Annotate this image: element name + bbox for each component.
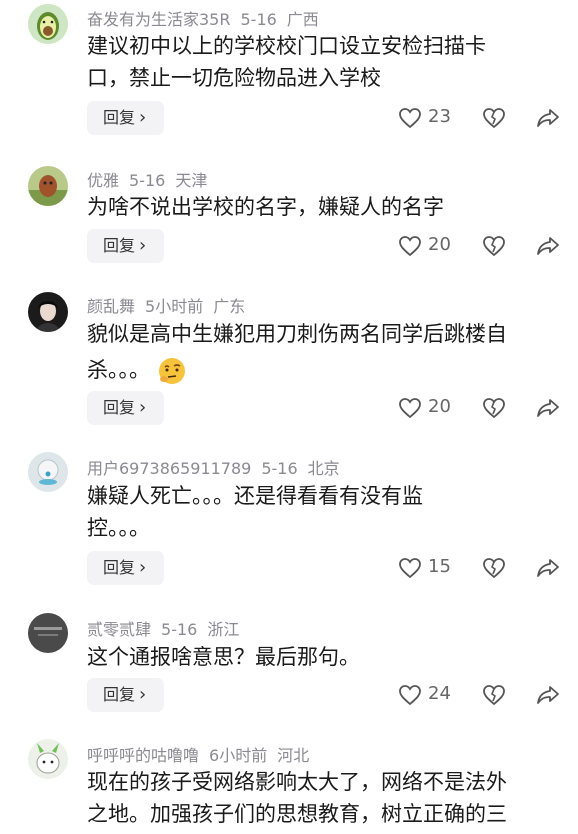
broken-heart-icon[interactable] — [482, 107, 506, 129]
comment-date: 6小时前 — [209, 746, 268, 765]
default-user-avatar-icon — [28, 452, 68, 492]
chevron-right-icon: › — [139, 235, 147, 256]
comment-date: 5-16 — [129, 171, 166, 190]
broken-heart-icon[interactable] — [482, 557, 506, 579]
chevron-right-icon: › — [139, 107, 147, 128]
reply-label: 回复 — [103, 558, 136, 577]
reply-button[interactable]: 回复 › — [87, 391, 164, 425]
comment-text-line: 现在的孩子受网络影响太大了，网络不是法外 — [87, 770, 507, 794]
comment-date: 5小时前 — [145, 297, 204, 316]
reply-label: 回复 — [103, 685, 136, 704]
avatar[interactable] — [28, 166, 68, 206]
share-icon[interactable] — [536, 684, 560, 706]
comment-meta: 优雅 5-16 天津 — [87, 167, 217, 191]
comment-meta: 用户6973865911789 5-16 北京 — [87, 455, 350, 479]
comment-date: 5-16 — [261, 459, 298, 478]
like-count: 23 — [428, 106, 451, 127]
reply-label: 回复 — [103, 398, 136, 417]
username[interactable]: 呼呼呼的咕噜噜 — [87, 746, 199, 765]
share-icon[interactable] — [536, 557, 560, 579]
comment-date: 5-16 — [161, 620, 198, 639]
comment-actions: 24 — [398, 678, 568, 712]
heart-icon[interactable] — [398, 557, 422, 579]
comment-text-line: 建议初中以上的学校校门口设立安检扫描卡 — [87, 34, 486, 58]
comment-text-line: 控。。。 — [87, 516, 150, 540]
comment-text-line: 之地。加强孩子们的思想教育，树立正确的三 — [87, 802, 507, 826]
reply-button[interactable]: 回复 › — [87, 101, 164, 135]
like-count: 15 — [428, 556, 451, 577]
comment-location: 河北 — [277, 746, 310, 765]
username[interactable]: 贰零贰肆 — [87, 620, 151, 639]
thinking-face-emoji-icon — [158, 358, 185, 384]
comment-location: 北京 — [307, 459, 340, 478]
username[interactable]: 优雅 — [87, 171, 119, 190]
avatar[interactable] — [28, 292, 68, 332]
comment-actions: 15 — [398, 551, 568, 585]
reply-label: 回复 — [103, 236, 136, 255]
avatar[interactable] — [28, 739, 68, 779]
comment-text: 建议初中以上的学校校门口设立安检扫描卡 口，禁止一切危险物品进入学校 — [87, 30, 537, 94]
comment-text: 貌似是高中生嫌犯用刀刺伤两名同学后跳楼自 杀。。。 — [87, 318, 537, 390]
comment-text-line: 为啥不说出学校的名字，嫌疑人的名字 — [87, 195, 444, 219]
reply-button[interactable]: 回复 › — [87, 678, 164, 712]
share-icon[interactable] — [536, 397, 560, 419]
comment-text-line: 杀。。。 — [87, 358, 150, 382]
gray-text-avatar-icon — [28, 613, 68, 653]
username[interactable]: 奋发有为生活家35R — [87, 10, 230, 29]
comment-date: 5-16 — [240, 10, 277, 29]
broken-heart-icon[interactable] — [482, 235, 506, 257]
comment-text: 这个通报啥意思？最后那句。 — [87, 641, 537, 673]
comment-text-line: 貌似是高中生嫌犯用刀刺伤两名同学后跳楼自 — [87, 322, 507, 346]
reply-button[interactable]: 回复 › — [87, 551, 164, 585]
like-count: 24 — [428, 683, 451, 704]
reply-button[interactable]: 回复 › — [87, 229, 164, 263]
share-icon[interactable] — [536, 235, 560, 257]
comment-text-line: 这个通报啥意思？最后那句。 — [87, 645, 360, 669]
comment-meta: 贰零贰肆 5-16 浙江 — [87, 616, 249, 640]
comment-text: 现在的孩子受网络影响太大了，网络不是法外 之地。加强孩子们的思想教育，树立正确的… — [87, 766, 537, 830]
comment-actions: 23 — [398, 101, 568, 135]
comment-text: 为啥不说出学校的名字，嫌疑人的名字 — [87, 191, 537, 223]
heart-icon[interactable] — [398, 107, 422, 129]
comment-actions: 20 — [398, 391, 568, 425]
comment-text-line: 口，禁止一切危险物品进入学校 — [87, 66, 381, 90]
username[interactable]: 颜乱舞 — [87, 297, 135, 316]
like-count: 20 — [428, 234, 451, 255]
comment-location: 浙江 — [207, 620, 240, 639]
comment-location: 天津 — [175, 171, 208, 190]
avocado-avatar-icon — [28, 4, 68, 44]
comment-meta: 颜乱舞 5小时前 广东 — [87, 293, 255, 317]
share-icon[interactable] — [536, 107, 560, 129]
heart-icon[interactable] — [398, 235, 422, 257]
chevron-right-icon: › — [139, 557, 147, 578]
comment-text-line-wrap: 杀。。。 — [87, 350, 537, 390]
username[interactable]: 用户6973865911789 — [87, 459, 251, 478]
broken-heart-icon[interactable] — [482, 397, 506, 419]
heart-icon[interactable] — [398, 684, 422, 706]
avatar[interactable] — [28, 613, 68, 653]
outdoor-photo-avatar-icon — [28, 166, 68, 206]
chevron-right-icon: › — [139, 397, 147, 418]
broken-heart-icon[interactable] — [482, 684, 506, 706]
reply-label: 回复 — [103, 108, 136, 127]
dark-portrait-avatar-icon — [28, 292, 68, 332]
cartoon-avatar-icon — [28, 739, 68, 779]
comment-text-line: 嫌疑人死亡。。。还是得看看有没有监 — [87, 484, 423, 508]
comment-location: 广东 — [213, 297, 246, 316]
avatar[interactable] — [28, 452, 68, 492]
comment-meta: 奋发有为生活家35R 5-16 广西 — [87, 6, 329, 30]
comment-text: 嫌疑人死亡。。。还是得看看有没有监 控。。。 — [87, 480, 537, 544]
chevron-right-icon: › — [139, 684, 147, 705]
comment-location: 广西 — [286, 10, 319, 29]
heart-icon[interactable] — [398, 397, 422, 419]
comment-meta: 呼呼呼的咕噜噜 6小时前 河北 — [87, 742, 319, 766]
like-count: 20 — [428, 396, 451, 417]
avatar[interactable] — [28, 4, 68, 44]
comment-actions: 20 — [398, 229, 568, 263]
